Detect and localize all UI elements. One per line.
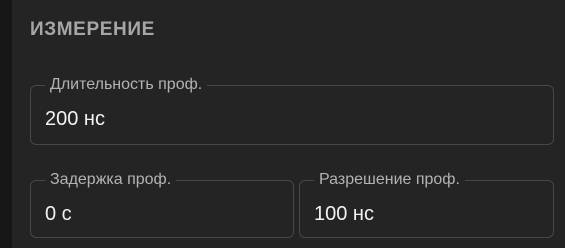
- profile-resolution-label: Разрешение проф.: [314, 171, 465, 189]
- section-title: ИЗМЕРЕНИЕ: [30, 19, 155, 40]
- profile-delay-value[interactable]: 0 с: [45, 203, 72, 225]
- profile-delay-field[interactable]: Задержка проф. 0 с: [30, 171, 294, 238]
- measurement-panel: ИЗМЕРЕНИЕ Длительность проф. 200 нс Заде…: [12, 0, 565, 248]
- profile-duration-field[interactable]: Длительность проф. 200 нс: [30, 76, 554, 145]
- profile-resolution-field[interactable]: Разрешение проф. 100 нс: [299, 171, 554, 238]
- profile-duration-label: Длительность проф.: [45, 76, 208, 94]
- profile-resolution-value[interactable]: 100 нс: [314, 203, 374, 225]
- profile-duration-value[interactable]: 200 нс: [45, 108, 105, 130]
- profile-delay-label: Задержка проф.: [45, 171, 177, 189]
